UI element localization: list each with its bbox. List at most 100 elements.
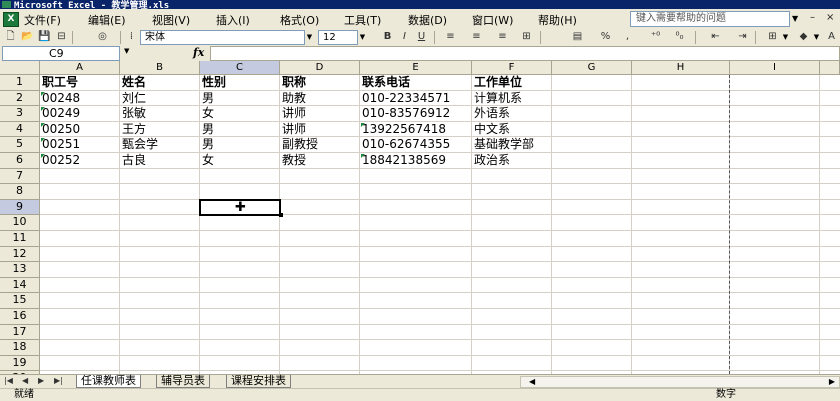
merge-center-icon[interactable]: ⊞ <box>519 30 534 44</box>
menu-view[interactable]: 视图(V) <box>152 12 190 28</box>
fill-handle[interactable] <box>279 213 283 218</box>
column-header-a[interactable]: A <box>40 61 120 75</box>
menu-edit[interactable]: 编辑(E) <box>88 12 126 28</box>
close-icon[interactable]: × <box>826 12 834 23</box>
comma-style-icon[interactable]: , <box>620 30 635 44</box>
menu-file[interactable]: 文件(F) <box>24 12 61 28</box>
table-cell[interactable]: 00249 <box>40 106 80 120</box>
table-cell[interactable]: 00248 <box>40 91 80 105</box>
row-header-14[interactable]: 14 <box>0 277 40 294</box>
italic-button[interactable]: I <box>397 30 412 44</box>
align-left-icon[interactable]: ≡ <box>443 30 458 44</box>
row-header-8[interactable]: 8 <box>0 184 40 200</box>
increase-decimal-icon[interactable]: ⁺⁰ <box>648 30 663 44</box>
row-header-17[interactable]: 17 <box>0 324 40 341</box>
row-header-16[interactable]: 16 <box>0 309 40 325</box>
menu-help[interactable]: 帮助(H) <box>538 12 577 28</box>
column-header-c[interactable]: C <box>200 61 280 75</box>
row-header-2[interactable]: 2 <box>0 90 40 107</box>
font-name-select[interactable]: 宋体 <box>140 30 305 45</box>
header-cell[interactable]: 职工号 <box>40 75 78 89</box>
scroll-right-icon[interactable]: ▶ <box>829 377 835 387</box>
increase-indent-icon[interactable]: ⇥ <box>735 30 750 44</box>
chevron-down-icon[interactable]: ▼ <box>780 30 791 45</box>
underline-button[interactable]: U <box>414 30 429 44</box>
last-sheet-icon[interactable]: ▶| <box>54 376 63 385</box>
row-header-9[interactable]: 9 <box>0 199 40 216</box>
table-cell[interactable]: 甄会学 <box>120 137 158 151</box>
table-cell[interactable]: 18842138569 <box>360 153 446 167</box>
row-header-13[interactable]: 13 <box>0 262 40 278</box>
row-header-12[interactable]: 12 <box>0 246 40 263</box>
menu-tools[interactable]: 工具(T) <box>344 12 381 28</box>
table-cell[interactable]: 讲师 <box>280 122 306 136</box>
header-cell[interactable]: 性别 <box>200 75 226 89</box>
table-cell[interactable]: 00252 <box>40 153 80 167</box>
toolbar-handle-icon[interactable]: ⁞ <box>124 30 139 44</box>
table-cell[interactable]: 王方 <box>120 122 146 136</box>
currency-icon[interactable]: ▤ <box>570 30 585 44</box>
column-header-e[interactable]: E <box>360 61 472 75</box>
previous-sheet-icon[interactable]: ◀ <box>22 376 28 385</box>
column-header-g[interactable]: G <box>552 61 632 75</box>
insert-function-button[interactable]: fx <box>193 46 204 59</box>
menu-window[interactable]: 窗口(W) <box>472 12 513 28</box>
table-cell[interactable]: 外语系 <box>472 106 510 120</box>
minimize-icon[interactable]: – <box>810 12 815 23</box>
table-cell[interactable]: 副教授 <box>280 137 318 151</box>
column-header-h[interactable]: H <box>632 61 730 75</box>
column-header-f[interactable]: F <box>472 61 552 75</box>
header-cell[interactable]: 职称 <box>280 75 306 89</box>
table-cell[interactable]: 基础教学部 <box>472 137 534 151</box>
table-cell[interactable]: 00251 <box>40 137 80 151</box>
row-header-5[interactable]: 5 <box>0 137 40 153</box>
menu-data[interactable]: 数据(D) <box>408 12 447 28</box>
sheet-tab-schedule[interactable]: 课程安排表 <box>226 375 291 388</box>
table-cell[interactable]: 00250 <box>40 122 80 136</box>
table-cell[interactable]: 010-62674355 <box>360 137 450 151</box>
table-cell[interactable]: 女 <box>200 153 214 167</box>
menu-format[interactable]: 格式(O) <box>280 12 319 28</box>
table-cell[interactable]: 男 <box>200 91 214 105</box>
table-cell[interactable]: 刘仁 <box>120 91 146 105</box>
header-cell[interactable]: 姓名 <box>120 75 146 89</box>
first-sheet-icon[interactable]: |◀ <box>4 376 13 385</box>
chevron-down-icon[interactable]: ▼ <box>304 30 315 45</box>
table-cell[interactable]: 男 <box>200 122 214 136</box>
sheet-tab-teachers[interactable]: 任课教师表 <box>76 375 141 388</box>
table-cell[interactable]: 古良 <box>120 153 146 167</box>
decrease-decimal-icon[interactable]: ⁰₀ <box>672 30 687 44</box>
permission-icon[interactable]: ⊟ <box>54 30 69 44</box>
column-header-b[interactable]: B <box>120 61 200 75</box>
table-cell[interactable]: 010-22334571 <box>360 91 450 105</box>
next-sheet-icon[interactable]: ▶ <box>38 376 44 385</box>
bold-button[interactable]: B <box>380 30 395 44</box>
research-icon[interactable]: ◎ <box>95 30 110 44</box>
header-cell[interactable]: 工作单位 <box>472 75 522 89</box>
chevron-down-icon[interactable]: ▼ <box>792 14 798 23</box>
table-cell[interactable]: 010-83576912 <box>360 106 450 120</box>
header-cell[interactable]: 联系电话 <box>360 75 410 89</box>
scroll-left-icon[interactable]: ◀ <box>529 377 535 387</box>
borders-icon[interactable]: ⊞ <box>765 30 780 44</box>
column-header-i[interactable]: I <box>730 61 820 75</box>
table-cell[interactable]: 男 <box>200 137 214 151</box>
align-right-icon[interactable]: ≡ <box>495 30 510 44</box>
row-header-3[interactable]: 3 <box>0 106 40 122</box>
select-all-corner[interactable] <box>0 61 40 75</box>
column-header-d[interactable]: D <box>280 61 360 75</box>
row-header-1[interactable]: 1 <box>0 75 40 91</box>
table-cell[interactable]: 讲师 <box>280 106 306 120</box>
row-header-15[interactable]: 15 <box>0 293 40 309</box>
help-question-input[interactable]: 键入需要帮助的问题 <box>630 11 790 27</box>
row-header-7[interactable]: 7 <box>0 168 40 185</box>
font-color-icon[interactable]: A <box>824 30 839 44</box>
table-cell[interactable]: 计算机系 <box>472 91 522 105</box>
table-cell[interactable]: 政治系 <box>472 153 510 167</box>
chevron-down-icon[interactable]: ▼ <box>811 30 822 45</box>
align-center-icon[interactable]: ≡ <box>469 30 484 44</box>
menu-insert[interactable]: 插入(I) <box>216 12 250 28</box>
table-cell[interactable]: 教授 <box>280 153 306 167</box>
row-header-6[interactable]: 6 <box>0 153 40 169</box>
table-cell[interactable]: 助教 <box>280 91 306 105</box>
